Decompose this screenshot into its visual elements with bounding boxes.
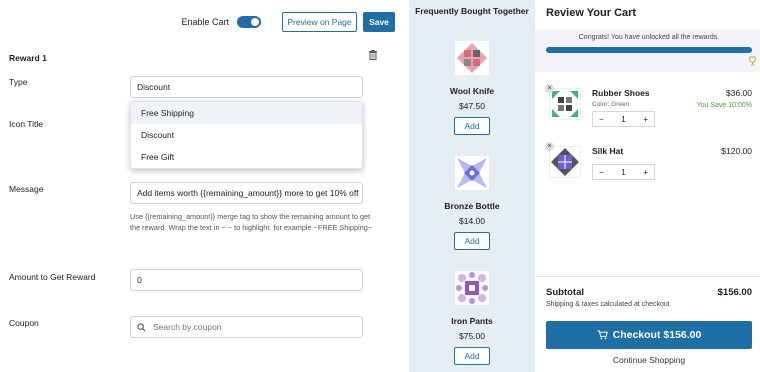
subtotal-value: $156.00	[717, 287, 752, 298]
quantity-stepper: − 1 +	[592, 111, 655, 127]
message-input[interactable]: Add items worth {{remaining_amount}} mor…	[130, 182, 363, 204]
cart-title: Review Your Cart	[546, 7, 637, 19]
product-name: Bronze Bottle	[444, 201, 500, 211]
cart-item-image	[549, 88, 581, 120]
product-image	[455, 156, 489, 190]
product-image	[455, 271, 489, 305]
type-select[interactable]: Discount	[130, 76, 363, 98]
enable-cart-toggle[interactable]	[237, 16, 261, 28]
coupon-search-input[interactable]: Search by coupon	[130, 316, 363, 338]
enable-cart-label: Enable Cart	[181, 17, 229, 27]
fbt-product: Iron Pants $75.00 Add	[409, 271, 535, 365]
product-price: $75.00	[459, 331, 485, 341]
product-name: Wool Knife	[449, 86, 495, 96]
reward-settings-panel: Enable Cart Preview on Page Save Reward …	[0, 0, 409, 372]
cart-item-variant: Color: Green	[592, 101, 630, 108]
cart-item-name: Rubber Shoes	[592, 88, 650, 98]
cart-item: × Silk Hat $120.00 − 1 +	[545, 142, 752, 192]
trophy-icon	[749, 56, 756, 66]
amount-input[interactable]: 0	[130, 269, 363, 291]
cart-item-price: $36.00	[726, 88, 752, 98]
product-pattern-icon	[552, 91, 578, 117]
reward-progress-banner: Congrats! You have unlocked all the rewa…	[535, 29, 760, 72]
reward-progress-fill	[546, 47, 752, 53]
remove-item-icon[interactable]: ×	[545, 84, 554, 93]
cart-item-price: $120.00	[721, 146, 752, 156]
decrease-qty-button[interactable]: −	[599, 115, 604, 124]
cart-item: × Rubber Shoes Color: Green $36.00 You S…	[545, 84, 752, 134]
increase-qty-button[interactable]: +	[643, 168, 648, 177]
fbt-title: Frequently Bought Together	[415, 6, 529, 16]
fbt-product: Wool Knife $47.50 Add	[409, 41, 535, 135]
product-price: $47.50	[459, 101, 485, 111]
add-product-button[interactable]: Add	[454, 347, 490, 365]
product-image	[455, 41, 489, 75]
frequently-bought-together-panel: Frequently Bought Together Wool Knife $4…	[409, 0, 535, 372]
cart-item-saving: You Save 10.00%	[696, 102, 752, 109]
product-name: Iron Pants	[451, 316, 493, 326]
message-label: Message	[9, 184, 44, 194]
type-option[interactable]: Free Shipping	[131, 102, 362, 124]
add-product-button[interactable]: Add	[454, 117, 490, 135]
cart-drawer: Review Your Cart Congrats! You have unlo…	[535, 0, 760, 372]
continue-shopping-link[interactable]: Continue Shopping	[546, 355, 752, 365]
remove-item-icon[interactable]: ×	[545, 142, 554, 151]
decrease-qty-button[interactable]: −	[599, 168, 604, 177]
icon-title-label: Icon Title	[9, 119, 44, 129]
fbt-product: Bronze Bottle $14.00 Add	[409, 156, 535, 250]
product-pattern-icon	[457, 43, 487, 73]
cart-item-image	[549, 146, 581, 178]
product-pattern-icon	[551, 148, 579, 176]
reward-message: Congrats! You have unlocked all the rewa…	[578, 34, 720, 41]
reward-title: Reward 1	[9, 53, 47, 63]
checkout-amount: $156.00	[663, 329, 702, 341]
save-button[interactable]: Save	[363, 12, 395, 32]
coupon-placeholder: Search by coupon	[153, 322, 222, 332]
product-pattern-icon	[457, 158, 487, 188]
qty-value[interactable]: 1	[621, 168, 625, 177]
amount-label: Amount to Get Reward	[9, 272, 96, 282]
trash-icon[interactable]	[368, 50, 378, 60]
product-price: $14.00	[459, 216, 485, 226]
add-product-button[interactable]: Add	[454, 232, 490, 250]
type-option[interactable]: Discount	[131, 124, 362, 146]
message-help-text: Use {{remaining_amount}} merge tag to sh…	[130, 212, 373, 233]
cart-item-name: Silk Hat	[592, 146, 624, 156]
checkout-button[interactable]: Checkout $156.00	[546, 321, 752, 349]
coupon-label: Coupon	[9, 318, 39, 328]
increase-qty-button[interactable]: +	[643, 115, 648, 124]
product-pattern-icon	[456, 272, 488, 304]
checkout-label: Checkout	[612, 329, 661, 341]
subtotal-label: Subtotal	[546, 287, 584, 298]
quantity-stepper: − 1 +	[592, 164, 655, 180]
qty-value[interactable]: 1	[621, 115, 625, 124]
type-option[interactable]: Free Gift	[131, 146, 362, 168]
settings-toolbar: Enable Cart Preview on Page Save	[181, 12, 395, 32]
type-dropdown-menu: Free Shipping Discount Free Gift	[130, 101, 363, 169]
cart-icon	[597, 330, 608, 340]
cart-divider	[535, 276, 760, 277]
search-icon	[137, 322, 146, 331]
shipping-note: Shipping & taxes calculated at checkout	[546, 301, 670, 308]
preview-on-page-button[interactable]: Preview on Page	[282, 12, 357, 32]
reward-progress-bar	[546, 47, 752, 53]
type-label: Type	[9, 77, 28, 87]
toggle-knob	[251, 18, 259, 26]
